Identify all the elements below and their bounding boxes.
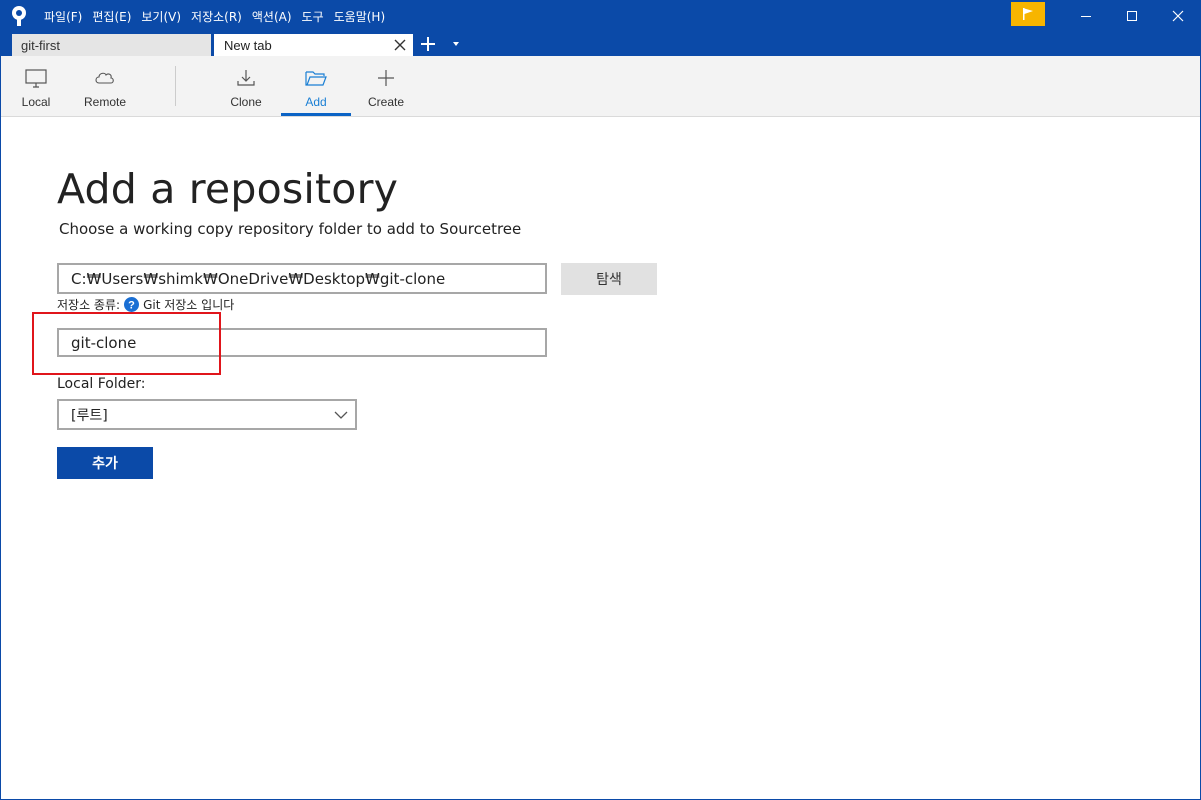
close-window-button[interactable]: [1155, 0, 1201, 32]
folder-open-icon: [305, 71, 327, 86]
repository-type-label: 저장소 종류:: [57, 298, 121, 312]
minimize-button[interactable]: [1063, 0, 1109, 32]
download-icon: [237, 70, 255, 86]
chevron-down-icon: [334, 411, 348, 419]
local-folder-label: Local Folder:: [57, 376, 146, 392]
add-repository-button[interactable]: 추가: [57, 447, 153, 479]
minimize-icon: [1081, 16, 1091, 17]
menu-tools[interactable]: 도구: [302, 8, 324, 25]
toolbar-create-label: Create: [367, 95, 405, 109]
svg-text:?: ?: [128, 300, 135, 312]
menu-bar: 파일(F) 편집(E) 보기(V) 저장소(R) 액션(A) 도구 도움말(H): [44, 0, 395, 32]
toolbar-local-label: Local: [21, 95, 51, 109]
repository-name-input[interactable]: [57, 328, 547, 357]
toolbar-remote-button[interactable]: Remote: [80, 56, 130, 116]
local-folder-select[interactable]: [루트]: [57, 399, 357, 430]
tab-close-icon[interactable]: [393, 38, 407, 52]
toolbar-divider: [175, 66, 176, 106]
menu-repository[interactable]: 저장소(R): [191, 8, 242, 25]
close-icon: [1172, 10, 1184, 22]
tab-list-dropdown-icon[interactable]: [450, 40, 462, 48]
maximize-icon: [1127, 11, 1137, 21]
sourcetree-logo-icon: [12, 6, 26, 26]
toolbar-create-button[interactable]: Create: [363, 56, 409, 116]
title-bar: 파일(F) 편집(E) 보기(V) 저장소(R) 액션(A) 도구 도움말(H): [0, 0, 1201, 32]
tab-git-first[interactable]: git-first: [12, 34, 211, 56]
menu-view[interactable]: 보기(V): [141, 8, 181, 25]
menu-actions[interactable]: 액션(A): [252, 8, 292, 25]
active-tab-indicator: [281, 113, 351, 116]
help-question-icon[interactable]: ?: [124, 297, 140, 312]
local-folder-selected-value: [루트]: [71, 407, 108, 424]
flag-icon: [1023, 8, 1033, 20]
plus-icon: [378, 70, 394, 86]
menu-file[interactable]: 파일(F): [44, 8, 82, 25]
menu-help[interactable]: 도움말(H): [334, 8, 386, 25]
toolbar-remote-label: Remote: [83, 95, 127, 109]
toolbar-clone-label: Clone: [230, 95, 262, 109]
new-tab-plus-icon[interactable]: [419, 35, 437, 53]
browse-button[interactable]: 탐색: [561, 263, 657, 295]
repository-type-value: Git 저장소 입니다: [143, 298, 235, 312]
cloud-icon: [95, 72, 114, 84]
toolbar-local-button[interactable]: Local: [14, 56, 58, 116]
tab-label: git-first: [21, 37, 60, 53]
page-subtitle: Choose a working copy repository folder …: [59, 220, 522, 238]
tab-label: New tab: [224, 37, 272, 53]
tab-strip: git-first New tab: [0, 32, 1201, 56]
repository-type-info: 저장소 종류: ? Git 저장소 입니다: [57, 296, 234, 313]
maximize-button[interactable]: [1109, 0, 1155, 32]
working-copy-path-input[interactable]: [57, 263, 547, 294]
toolbar-add-button[interactable]: Add: [281, 56, 351, 116]
tab-new-tab[interactable]: New tab: [214, 34, 413, 56]
page-title: Add a repository: [57, 165, 399, 213]
monitor-icon: [25, 69, 47, 88]
toolbar-clone-button[interactable]: Clone: [223, 56, 269, 116]
menu-edit[interactable]: 편집(E): [92, 8, 131, 25]
toolbar-add-label: Add: [305, 95, 327, 109]
repository-toolbar: Local Remote Clone Add Create: [0, 56, 1201, 117]
notification-flag-button[interactable]: [1011, 2, 1045, 26]
